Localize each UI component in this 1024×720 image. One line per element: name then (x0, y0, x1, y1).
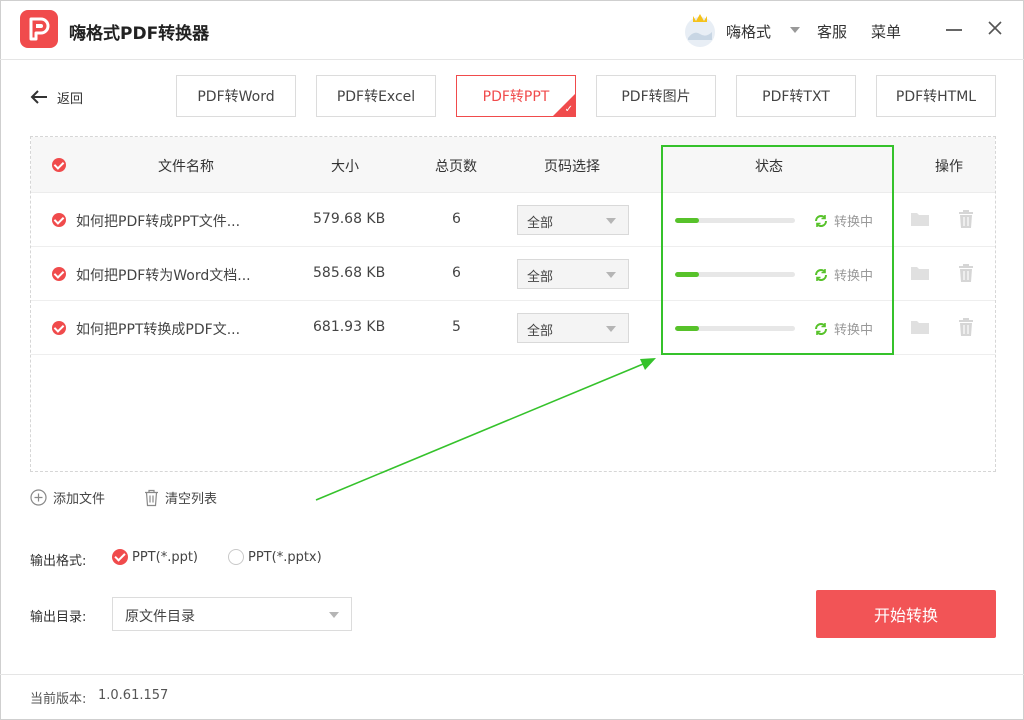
page-count: 6 (452, 265, 461, 281)
chevron-down-icon (606, 218, 616, 224)
file-name: 如何把PDF转为Word文档... (76, 268, 251, 284)
tab-pdf-to-word[interactable]: PDF转Word (176, 75, 296, 117)
file-name: 如何把PDF转成PPT文件... (76, 214, 241, 230)
page-select-dropdown[interactable]: 全部 (517, 259, 629, 289)
check-icon: ✓ (564, 104, 573, 115)
column-header-page-select: 页码选择 (544, 159, 600, 175)
service-button[interactable]: 客服 (817, 21, 847, 42)
start-convert-button[interactable]: 开始转换 (816, 590, 996, 638)
tab-pdf-to-image[interactable]: PDF转图片 (596, 75, 716, 117)
version-label: 当前版本: (30, 692, 87, 707)
column-header-name: 文件名称 (158, 159, 214, 175)
format-radio-ppt[interactable] (112, 549, 128, 565)
footer: 当前版本: 1.0.61.157 (0, 674, 1024, 720)
tab-pdf-to-excel[interactable]: PDF转Excel (316, 75, 436, 117)
row-checkbox[interactable] (52, 267, 66, 281)
back-button[interactable]: 返回 (29, 86, 83, 108)
row-checkbox[interactable] (52, 321, 66, 335)
folder-icon[interactable] (910, 319, 930, 335)
file-size: 579.68 KB (313, 211, 386, 227)
page-select-value: 全部 (527, 270, 554, 285)
menu-button[interactable]: 菜单 (871, 21, 901, 42)
close-icon[interactable] (985, 18, 1005, 38)
chevron-down-icon (606, 326, 616, 332)
tab-pdf-to-html[interactable]: PDF转HTML (876, 75, 996, 117)
column-header-actions: 操作 (935, 159, 963, 175)
format-option-ppt[interactable]: PPT(*.ppt) (132, 550, 198, 565)
tab-pdf-to-txt[interactable]: PDF转TXT (736, 75, 856, 117)
file-name: 如何把PPT转换成PDF文... (76, 322, 241, 338)
page-select-value: 全部 (527, 324, 554, 339)
chevron-down-icon (606, 272, 616, 278)
page-count: 5 (452, 319, 461, 335)
trash-icon[interactable] (958, 263, 974, 283)
output-dir-value: 原文件目录 (125, 609, 195, 625)
add-file-button[interactable]: 添加文件 (30, 488, 105, 507)
output-dir-label: 输出目录: (30, 610, 87, 625)
trash-icon[interactable] (958, 209, 974, 229)
page-select-value: 全部 (527, 216, 554, 231)
page-select-dropdown[interactable]: 全部 (517, 313, 629, 343)
column-header-pages: 总页数 (435, 159, 477, 175)
clear-list-button[interactable]: 清空列表 (144, 488, 217, 507)
trash-icon[interactable] (958, 317, 974, 337)
column-header-size: 大小 (331, 159, 359, 175)
avatar[interactable] (682, 8, 718, 48)
tab-pdf-to-ppt[interactable]: PDF转PPT ✓ (456, 75, 576, 117)
select-all-checkbox[interactable] (52, 158, 66, 172)
output-dir-dropdown[interactable]: 原文件目录 (112, 597, 352, 631)
plus-circle-icon (30, 489, 47, 506)
back-arrow-icon (30, 90, 47, 104)
chevron-down-icon[interactable] (790, 27, 800, 33)
minimize-icon[interactable] (946, 29, 962, 31)
app-logo-icon (20, 10, 58, 48)
file-size: 585.68 KB (313, 265, 386, 281)
title-bar: 嗨格式PDF转换器 嗨格式 客服 菜单 (0, 0, 1024, 60)
tab-label: PDF转PPT (482, 89, 550, 105)
trash-icon (145, 489, 158, 506)
format-option-pptx[interactable]: PPT(*.pptx) (248, 550, 322, 565)
back-label: 返回 (57, 91, 84, 107)
add-file-label: 添加文件 (53, 492, 106, 507)
folder-icon[interactable] (910, 211, 930, 227)
status-highlight-box (661, 145, 894, 355)
clear-list-label: 清空列表 (165, 492, 218, 507)
format-radio-pptx[interactable] (228, 549, 244, 565)
version-number: 1.0.61.157 (98, 688, 169, 703)
row-checkbox[interactable] (52, 213, 66, 227)
page-count: 6 (452, 211, 461, 227)
app-title: 嗨格式PDF转换器 (69, 24, 210, 44)
chevron-down-icon (329, 612, 339, 618)
folder-icon[interactable] (910, 265, 930, 281)
file-size: 681.93 KB (313, 319, 386, 335)
output-format-label: 输出格式: (30, 554, 87, 569)
user-name[interactable]: 嗨格式 (726, 21, 771, 42)
page-select-dropdown[interactable]: 全部 (517, 205, 629, 235)
